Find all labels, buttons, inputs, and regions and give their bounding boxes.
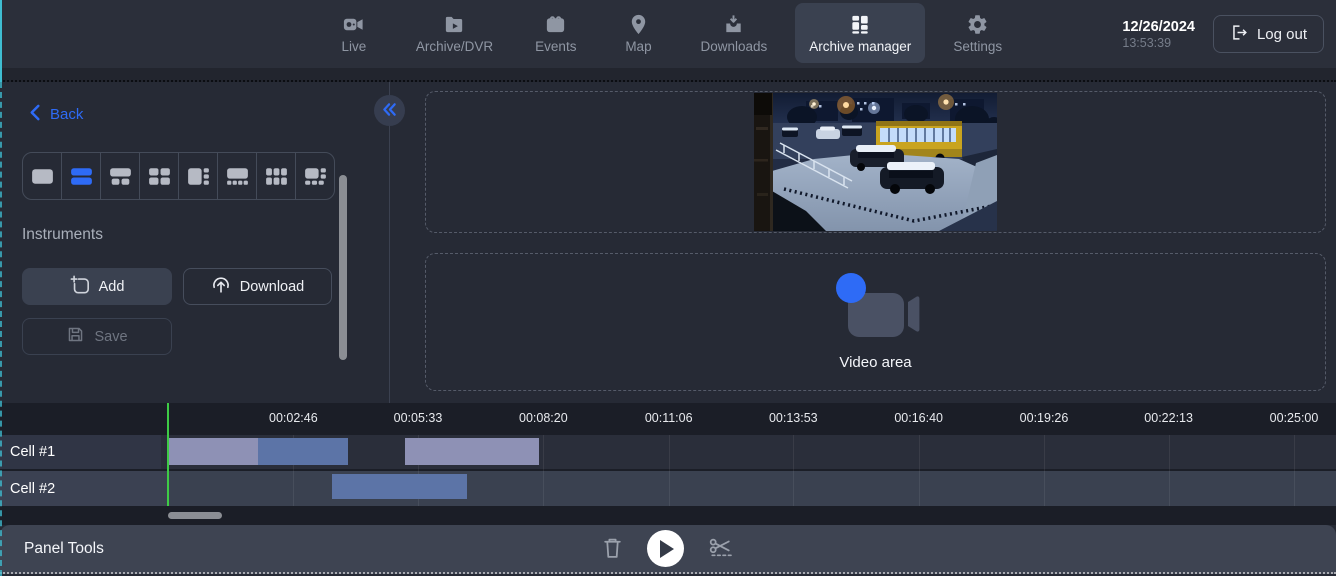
nav-right: 12/26/2024 13:53:39 Log out xyxy=(1122,0,1324,68)
nav-item-events[interactable]: Events xyxy=(521,3,590,63)
gear-icon xyxy=(966,13,989,36)
cell-label[interactable]: Cell #1 xyxy=(0,435,161,469)
datetime: 12/26/2024 13:53:39 xyxy=(1122,19,1195,50)
panel-tools-buttons xyxy=(0,525,1336,572)
camera-thumbnail[interactable] xyxy=(754,93,997,231)
nav-item-archive-dvr[interactable]: Archive/DVR xyxy=(402,3,507,63)
ruler-tick-label: 00:22:13 xyxy=(1144,411,1193,425)
floppy-icon xyxy=(66,325,85,348)
layout-option-one-wide-plus-two[interactable] xyxy=(101,153,140,199)
timeline-ruler[interactable]: 00:02:46 00:05:33 00:08:20 00:11:06 00:13:53… xyxy=(0,403,1336,435)
timeline: 00:02:46 00:05:33 00:08:20 00:11:06 00:13:53… xyxy=(0,403,1336,525)
nav-label: Events xyxy=(535,39,576,54)
play-button[interactable] xyxy=(647,530,684,567)
video-slot-2[interactable]: Video area xyxy=(425,253,1326,391)
video-slot-1[interactable] xyxy=(425,91,1326,233)
chevron-left-icon xyxy=(28,104,43,125)
timeline-rows: Cell #1Cell #2 xyxy=(0,435,1336,506)
nav-label: Settings xyxy=(953,39,1002,54)
timeline-clip[interactable] xyxy=(258,438,348,465)
cell-label[interactable]: Cell #2 xyxy=(0,471,161,506)
ruler-tick-label: 00:19:26 xyxy=(1020,411,1069,425)
layout-option-three-by-two[interactable] xyxy=(257,153,296,199)
timeline-clip[interactable] xyxy=(332,474,467,499)
download-tray-icon xyxy=(722,13,745,36)
current-date: 12/26/2024 xyxy=(1122,19,1195,35)
video-layout-area: Video area xyxy=(390,82,1336,403)
play-icon xyxy=(660,540,674,558)
timeline-row[interactable]: Cell #1 xyxy=(0,435,1336,469)
add-label: Add xyxy=(99,279,125,295)
logout-icon xyxy=(1230,23,1249,46)
logout-button[interactable]: Log out xyxy=(1213,15,1324,53)
nav-label: Map xyxy=(625,39,651,54)
folder-play-icon xyxy=(443,13,466,36)
logout-label: Log out xyxy=(1257,26,1307,43)
sidebar: Back xyxy=(0,82,389,403)
ruler-tick-label: 00:11:06 xyxy=(645,411,693,425)
timeline-row[interactable]: Cell #2 xyxy=(0,471,1336,506)
layout-option-one-plus-three-right[interactable] xyxy=(179,153,218,199)
save-button[interactable]: Save xyxy=(22,318,172,355)
top-nav: Live Archive/DVR Events Map xyxy=(0,0,1336,68)
ruler-tick-label: 00:13:53 xyxy=(769,411,818,425)
video-camera-placeholder-icon xyxy=(826,273,926,352)
left-edge-dashed-line xyxy=(0,82,2,576)
timeline-scrollbar-thumb[interactable] xyxy=(168,512,222,519)
layout-option-single[interactable] xyxy=(23,153,62,199)
timeline-clip[interactable] xyxy=(405,438,539,465)
back-label: Back xyxy=(50,106,83,123)
ruler-tick-label: 00:05:33 xyxy=(394,411,443,425)
archive-manager-app: Live Archive/DVR Events Map xyxy=(0,0,1336,576)
timeline-playhead[interactable] xyxy=(167,403,169,506)
upload-arrow-icon xyxy=(211,275,231,299)
video-area-label: Video area xyxy=(839,354,911,371)
ruler-tick-label: 00:16:40 xyxy=(894,411,943,425)
back-button[interactable]: Back xyxy=(28,104,83,125)
nav-label: Downloads xyxy=(700,39,767,54)
save-label: Save xyxy=(94,329,127,345)
panel-tools-bar: Panel Tools xyxy=(0,525,1336,574)
download-button[interactable]: Download xyxy=(183,268,332,305)
layout-option-two-rows[interactable] xyxy=(62,153,101,199)
nav-item-downloads[interactable]: Downloads xyxy=(686,3,781,63)
current-time: 13:53:39 xyxy=(1122,36,1195,50)
ruler-tick-label: 00:08:20 xyxy=(519,411,568,425)
nav-label: Archive manager xyxy=(809,39,911,54)
layout-option-one-plus-five[interactable] xyxy=(296,153,334,199)
instruments-buttons: Add Download Save xyxy=(22,268,333,355)
trash-icon xyxy=(602,536,623,562)
double-chevron-left-icon xyxy=(381,102,398,120)
video-camera-icon xyxy=(342,13,365,36)
nav-item-map[interactable]: Map xyxy=(604,3,672,63)
collage-grid-icon xyxy=(849,13,872,36)
nav-item-live[interactable]: Live xyxy=(320,3,388,63)
timeline-hscroll xyxy=(0,506,1336,525)
calendar-icon xyxy=(544,13,567,36)
layout-option-two-by-two[interactable] xyxy=(140,153,179,199)
timeline-clip[interactable] xyxy=(168,438,258,465)
instruments-title: Instruments xyxy=(22,226,103,244)
nav-separator xyxy=(0,68,1336,82)
video-area-placeholder: Video area xyxy=(826,273,926,371)
nav-label: Archive/DVR xyxy=(416,39,493,54)
sidebar-scrollbar[interactable] xyxy=(339,175,347,360)
add-frame-icon xyxy=(70,275,90,299)
layout-picker xyxy=(22,152,335,200)
layout-option-one-plus-four-bottom[interactable] xyxy=(218,153,257,199)
left-edge-line xyxy=(0,0,2,82)
nav-label: Live xyxy=(342,39,367,54)
delete-button[interactable] xyxy=(602,536,623,562)
nav-item-archive-manager[interactable]: Archive manager xyxy=(795,3,925,63)
ruler-tick-label: 00:25:00 xyxy=(1270,411,1319,425)
map-pin-icon xyxy=(627,13,650,36)
nav-item-settings[interactable]: Settings xyxy=(939,3,1016,63)
add-button[interactable]: Add xyxy=(22,268,172,305)
scissors-icon xyxy=(708,537,735,561)
ruler-tick-label: 00:02:46 xyxy=(269,411,318,425)
collapse-panel-button[interactable] xyxy=(374,95,405,126)
content-area: Back xyxy=(0,82,1336,403)
cut-button[interactable] xyxy=(708,537,735,561)
download-label: Download xyxy=(240,279,305,295)
